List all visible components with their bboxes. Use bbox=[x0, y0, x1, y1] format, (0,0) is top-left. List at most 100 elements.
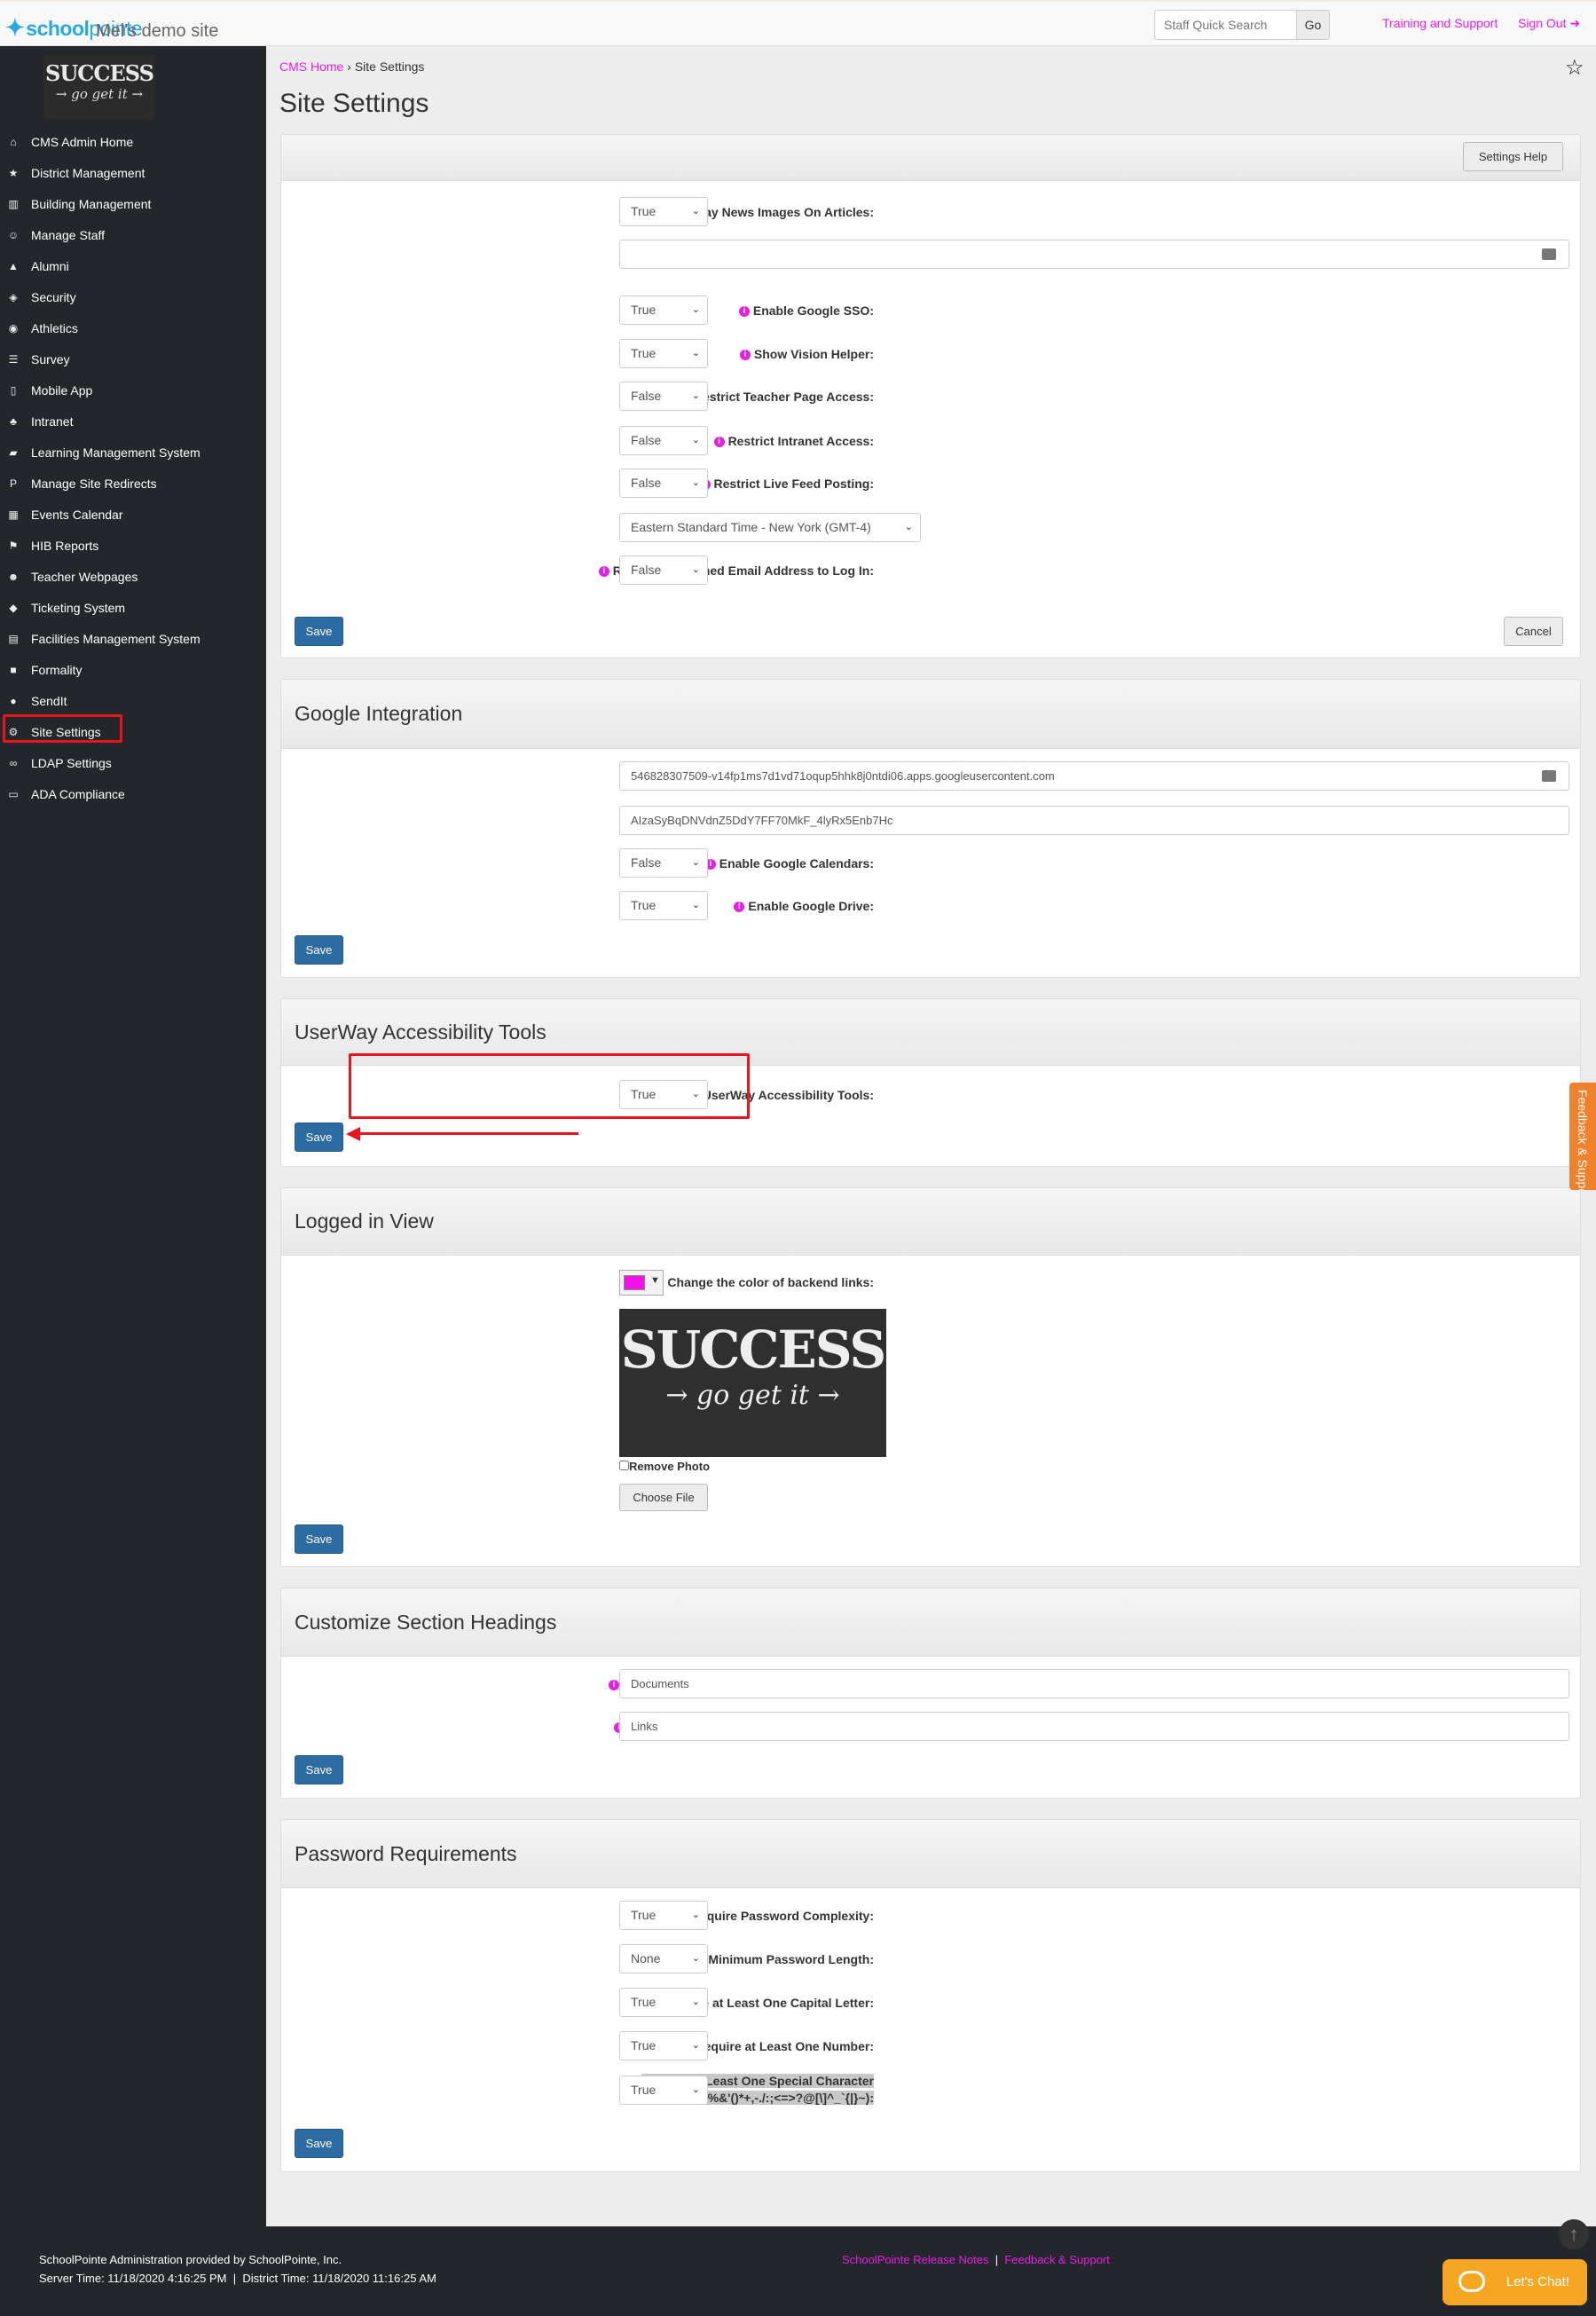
display-news-images-on-articles-select[interactable]: True ⌄ bbox=[619, 197, 708, 226]
sidebar-item-hib-reports[interactable]: ⚑ HIB Reports bbox=[0, 532, 266, 559]
sidebar-item-mobile-app[interactable]: ▯ Mobile App bbox=[0, 377, 266, 404]
cancel-button[interactable]: Cancel bbox=[1504, 617, 1563, 646]
sidebar-item-manage-staff[interactable]: ☺ Manage Staff bbox=[0, 222, 266, 248]
info-icon[interactable]: i bbox=[598, 566, 609, 578]
footer-separator: | bbox=[232, 2272, 237, 2285]
sidebar-item-events-calendar[interactable]: ▦ Events Calendar bbox=[0, 501, 266, 528]
sidebar-item-facilities-management-system[interactable]: ▤ Facilities Management System bbox=[0, 626, 266, 652]
administration-department-links-header-input[interactable]: Links bbox=[619, 1712, 1569, 1741]
sidebar-item-icon: ▦ bbox=[8, 508, 19, 521]
sidebar-item-athletics[interactable]: ◉ Athletics bbox=[0, 315, 266, 342]
setting-label: iRequire at Least One Number: bbox=[290, 2031, 874, 2061]
input-value: 546828307509-v14fp1ms7d1vd71oqup5hhk8j0n… bbox=[631, 769, 1055, 783]
sidebar-item-label: District Management bbox=[31, 166, 145, 180]
sidebar-item-icon: ⚑ bbox=[8, 540, 19, 552]
restrict-teacher-page-access-select[interactable]: False ⌄ bbox=[619, 382, 708, 411]
selected-option: True bbox=[631, 346, 656, 360]
enable-google-drive-select[interactable]: True ⌄ bbox=[619, 891, 708, 920]
logo-text-2: → go get it → bbox=[55, 86, 144, 102]
google-verification-id-input[interactable] bbox=[619, 240, 1569, 269]
google-api-key-input[interactable]: AIzaSyBqDNVdnZ5DdY7FF70MkF_4lyRx5Enb7Hc bbox=[619, 806, 1569, 835]
feedback-support-tab[interactable]: Feedback & Support bbox=[1569, 1083, 1596, 1190]
panel-title: Customize Section Headings bbox=[295, 1610, 557, 1634]
lets-chat-button[interactable]: Let's Chat! bbox=[1443, 2259, 1587, 2305]
setting-label: iMinimum Password Length: bbox=[290, 1944, 874, 1974]
sidebar-item-label: Alumni bbox=[31, 259, 69, 273]
save-button[interactable]: Save bbox=[295, 2129, 343, 2158]
require-at-least-one-special-character-select[interactable]: True ⌄ bbox=[619, 2076, 708, 2105]
color-picker[interactable]: ▼ bbox=[619, 1270, 664, 1296]
sidebar-item-ada-compliance[interactable]: ▭ ADA Compliance bbox=[0, 781, 266, 807]
settings-help-button[interactable]: Settings Help bbox=[1463, 142, 1563, 171]
sidebar-item-icon: ▥ bbox=[8, 198, 19, 210]
breadcrumb-cms-home[interactable]: CMS Home bbox=[279, 59, 343, 74]
admin-logo-image: SUCCESS → go get it → bbox=[619, 1309, 886, 1457]
sidebar-item-formality[interactable]: ■ Formality bbox=[0, 657, 266, 683]
setting-label: i Require Confirmed Email Address to Log … bbox=[290, 555, 874, 586]
restrict-intranet-access-select[interactable]: False ⌄ bbox=[619, 426, 708, 455]
sidebar-item-ticketing-system[interactable]: ◆ Ticketing System bbox=[0, 595, 266, 621]
save-button[interactable]: Save bbox=[295, 1755, 343, 1784]
sidebar-item-survey[interactable]: ☰ Survey bbox=[0, 346, 266, 373]
staff-quick-search-input[interactable] bbox=[1154, 10, 1297, 40]
sidebar-item-cms-admin-home[interactable]: ⌂ CMS Admin Home bbox=[0, 129, 266, 155]
search-go-button[interactable]: Go bbox=[1296, 10, 1330, 40]
server-time: Server Time: 11/18/2020 4:16:25 PM bbox=[39, 2272, 227, 2285]
info-icon[interactable]: i bbox=[738, 306, 750, 318]
selected-option: True bbox=[631, 1908, 656, 1922]
require-password-complexity-select[interactable]: True ⌄ bbox=[619, 1901, 708, 1930]
save-button[interactable]: Save bbox=[295, 1123, 343, 1152]
enable-google-sso-select[interactable]: True ⌄ bbox=[619, 295, 708, 325]
chevron-down-icon: ⌄ bbox=[691, 435, 700, 445]
sidebar-item-label: Building Management bbox=[31, 197, 152, 211]
sidebar-item-icon: ☻ bbox=[7, 571, 20, 583]
info-icon[interactable]: i bbox=[608, 1680, 619, 1691]
sidebar-item-building-management[interactable]: ▥ Building Management bbox=[0, 191, 266, 217]
save-button[interactable]: Save bbox=[295, 935, 343, 965]
info-icon[interactable]: i bbox=[713, 437, 725, 448]
sidebar-item-sendit[interactable]: ● SendIt bbox=[0, 688, 266, 714]
sidebar-item-label: Events Calendar bbox=[31, 508, 123, 522]
remove-photo-checkbox[interactable] bbox=[619, 1461, 629, 1470]
save-button[interactable]: Save bbox=[295, 1524, 343, 1554]
sign-out-link[interactable]: Sign Out ➜ bbox=[1518, 16, 1580, 31]
info-icon[interactable]: i bbox=[739, 350, 751, 361]
footer-feedback-link[interactable]: Feedback & Support bbox=[1004, 2253, 1110, 2266]
save-button[interactable]: Save bbox=[295, 617, 343, 646]
sidebar-item-intranet[interactable]: ♣ Intranet bbox=[0, 408, 266, 435]
panel-header: Settings Help bbox=[281, 135, 1580, 181]
training-support-link[interactable]: Training and Support bbox=[1382, 16, 1498, 30]
info-icon[interactable]: i bbox=[734, 902, 745, 913]
sidebar-item-district-management[interactable]: ★ District Management bbox=[0, 160, 266, 186]
scroll-to-top-icon[interactable]: ↑ bbox=[1559, 2219, 1589, 2249]
choose-file-button[interactable]: Choose File bbox=[619, 1484, 708, 1511]
chevron-down-icon: ⌄ bbox=[691, 2040, 700, 2051]
release-notes-link[interactable]: SchoolPointe Release Notes bbox=[842, 2253, 989, 2266]
sidebar-item-manage-site-redirects[interactable]: P Manage Site Redirects bbox=[0, 470, 266, 497]
breadcrumb: CMS Home › Site Settings bbox=[279, 59, 424, 74]
setting-row-minimum-password-length: iMinimum Password Length:None ⌄ bbox=[281, 1944, 1580, 1974]
require-at-least-one-capital-letter-select[interactable]: True ⌄ bbox=[619, 1988, 708, 2017]
favorite-star-icon[interactable]: ☆ bbox=[1565, 55, 1584, 81]
selected-option: True bbox=[631, 898, 656, 912]
require-confirmed-email-address-to-log-in-select[interactable]: False ⌄ bbox=[619, 555, 708, 585]
sidebar-item-teacher-webpages[interactable]: ☻ Teacher Webpages bbox=[0, 563, 266, 590]
setting-row-restrict-teacher-page-access: iRestrict Teacher Page Access:False ⌄ bbox=[281, 382, 1580, 412]
sidebar-item-security[interactable]: ◈ Security bbox=[0, 284, 266, 311]
sidebar-item-alumni[interactable]: ▲ Alumni bbox=[0, 253, 266, 280]
sidebar-item-label: Teacher Webpages bbox=[31, 570, 138, 584]
minimum-password-length-select[interactable]: None ⌄ bbox=[619, 1944, 708, 1973]
require-at-least-one-number-select[interactable]: True ⌄ bbox=[619, 2031, 708, 2060]
administration-department-forms-header-input[interactable]: Documents bbox=[619, 1669, 1569, 1698]
show-vision-helper-select[interactable]: True ⌄ bbox=[619, 339, 708, 368]
sidebar-item-icon: ● bbox=[10, 695, 17, 707]
sidebar-item-learning-management-system[interactable]: ▰ Learning Management System bbox=[0, 439, 266, 466]
district-time: District Time: 11/18/2020 11:16:25 AM bbox=[242, 2272, 436, 2285]
sidebar-item-label: HIB Reports bbox=[31, 539, 99, 553]
restrict-live-feed-posting-select[interactable]: False ⌄ bbox=[619, 469, 708, 498]
input-value: Documents bbox=[631, 1677, 689, 1690]
google-client-id-input[interactable]: 546828307509-v14fp1ms7d1vd71oqup5hhk8j0n… bbox=[619, 761, 1569, 791]
time-zone-select[interactable]: Eastern Standard Time - New York (GMT-4)… bbox=[619, 513, 921, 542]
sidebar-item-ldap-settings[interactable]: ∞ LDAP Settings bbox=[0, 750, 266, 776]
enable-google-calendars-select[interactable]: False ⌄ bbox=[619, 848, 708, 878]
